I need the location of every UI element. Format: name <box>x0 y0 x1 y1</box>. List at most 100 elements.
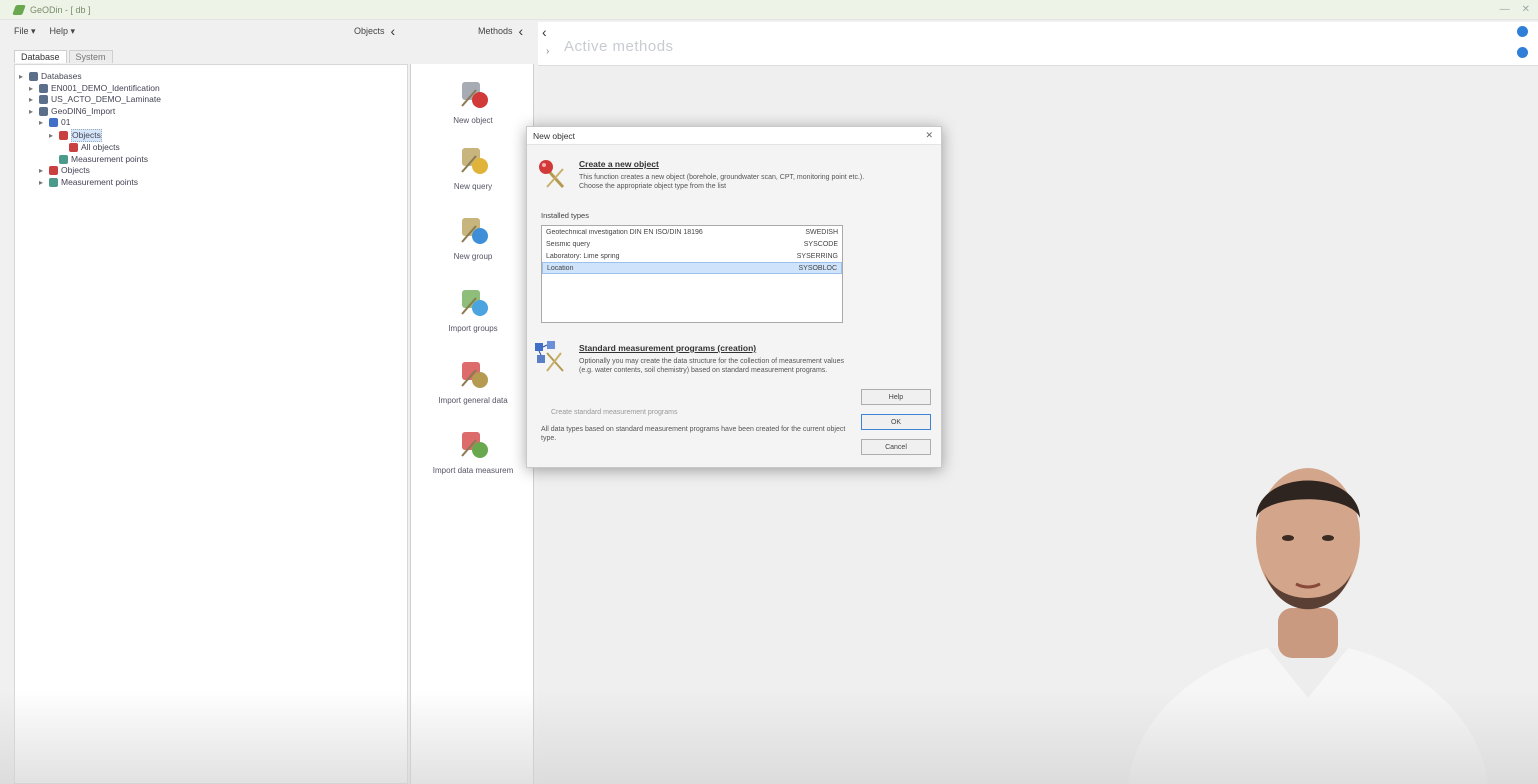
tree-item-label: Objects <box>71 128 102 142</box>
app-logo-icon <box>12 4 26 15</box>
collapse-objects-icon[interactable]: ‹ <box>391 24 396 38</box>
method-label: New group <box>453 252 493 261</box>
collapse-right-icon[interactable]: ‹ <box>542 24 547 40</box>
help-button[interactable]: Help <box>861 389 931 405</box>
method-label: New query <box>453 182 493 191</box>
method-label: New object <box>453 116 493 125</box>
help-icon[interactable] <box>1517 26 1528 37</box>
info-icon[interactable] <box>1517 47 1528 58</box>
type-name: Laboratory: Lime spring <box>546 252 620 260</box>
expand-toggle-icon[interactable]: ▸ <box>39 117 49 129</box>
methods-panel: New object New query New group Import group… <box>410 64 534 784</box>
type-name: Location <box>547 264 574 272</box>
objects-icon <box>49 166 58 176</box>
method-item[interactable]: New object <box>411 76 535 125</box>
methods-panel-label: Methods <box>478 26 513 36</box>
tree-item[interactable]: ▸ 01 <box>19 117 403 129</box>
tree-item-label: All objects <box>81 142 120 152</box>
tree-item-label: EN001_DEMO_Identification <box>51 82 160 93</box>
list-item[interactable]: Laboratory: Lime spring SYSERRING <box>542 250 842 262</box>
object-tree-panel: ▸ Databases ▸ EN001_DEMO_Identification ▸ US_… <box>14 64 408 784</box>
expand-toggle-icon[interactable]: ▸ <box>29 83 39 95</box>
method-icon <box>456 356 490 390</box>
dialog-info-text: All data types based on standard measure… <box>541 426 846 442</box>
measurement-programs-description: Optionally you may create the data struc… <box>579 358 844 374</box>
list-item[interactable]: Seismic query SYSCODE <box>542 238 842 250</box>
method-icon <box>456 76 490 110</box>
method-item[interactable]: Import data measurem <box>411 426 535 475</box>
type-code: SYSOBLOC <box>798 264 837 272</box>
tree-item[interactable]: Measurement points <box>19 154 403 166</box>
tab-system[interactable]: System <box>68 50 113 63</box>
method-item[interactable]: Import groups <box>411 284 535 333</box>
close-icon[interactable]: ✕ <box>925 130 933 141</box>
database-icon <box>39 95 48 105</box>
ok-button[interactable]: OK <box>861 414 931 430</box>
tree-item-label: US_ACTO_DEMO_Laminate <box>51 94 161 104</box>
menu-file[interactable]: File ▾ <box>14 26 36 37</box>
tree-item[interactable]: All objects <box>19 142 403 154</box>
expand-toggle-icon[interactable]: ▸ <box>29 94 39 106</box>
list-item[interactable]: Location SYSOBLOC <box>542 262 842 274</box>
expand-right-icon[interactable]: › <box>546 46 549 57</box>
measurement-programs-icon <box>535 341 564 372</box>
tree-item-label: Databases <box>41 71 82 81</box>
method-icon <box>456 426 490 460</box>
method-item[interactable]: Import general data <box>411 356 535 405</box>
tree-item[interactable]: ▸ Objects <box>19 128 403 142</box>
expand-toggle-icon[interactable]: ▸ <box>39 177 49 189</box>
tree-item[interactable]: ▸ EN001_DEMO_Identification <box>19 83 403 95</box>
methods-panel-header: Methods ‹ <box>478 22 523 40</box>
group-icon <box>49 118 58 128</box>
close-window-icon[interactable]: ✕ <box>1522 4 1530 15</box>
tree-item[interactable]: ▸ Databases <box>19 71 403 83</box>
type-code: SYSERRING <box>796 252 838 260</box>
tree-item-label: GeoDIN6_Import <box>51 105 116 116</box>
create-object-heading[interactable]: Create a new object <box>579 159 659 169</box>
method-label: Import data measurem <box>432 466 514 475</box>
video-bottom-fade <box>0 690 1538 784</box>
active-methods-header: ‹ › Active methods <box>538 22 1538 66</box>
cancel-button[interactable]: Cancel <box>861 439 931 455</box>
database-icon <box>39 106 48 116</box>
minimize-icon[interactable]: — <box>1500 4 1510 15</box>
window-controls: — ✕ <box>1500 4 1530 15</box>
list-item[interactable]: Geotechnical investigation DIN EN ISO/DI… <box>542 226 842 238</box>
tree-item-label: 01 <box>61 117 71 127</box>
type-name: Geotechnical investigation DIN EN ISO/DI… <box>546 228 703 236</box>
menu-help[interactable]: Help ▾ <box>50 26 76 37</box>
tree-item-label: Objects <box>61 165 90 175</box>
new-object-dialog: New object ✕ Create a new object This fu… <box>526 126 942 468</box>
method-item[interactable]: New query <box>411 142 535 191</box>
tree-item[interactable]: ▸ Objects <box>19 165 403 177</box>
objects-icon <box>69 143 78 153</box>
expand-toggle-icon[interactable]: ▸ <box>29 106 39 118</box>
menu-bar: File ▾ Help ▾ <box>0 22 540 40</box>
objects-icon <box>59 130 68 140</box>
type-name: Seismic query <box>546 240 590 248</box>
create-object-description: This function creates a new object (bore… <box>579 174 865 190</box>
active-methods-title: Active methods <box>564 38 674 55</box>
tree-item[interactable]: ▸ GeoDIN6_Import <box>19 106 403 118</box>
method-icon <box>456 142 490 176</box>
database-icon <box>39 83 48 93</box>
method-icon <box>456 212 490 246</box>
method-icon <box>456 284 490 318</box>
objects-panel-header: Objects ‹ <box>354 22 395 40</box>
tab-database[interactable]: Database <box>14 50 67 63</box>
tree-item[interactable]: ▸ Measurement points <box>19 177 403 189</box>
tree-item-label: Measurement points <box>61 176 139 187</box>
expand-toggle-icon[interactable]: ▸ <box>49 130 59 142</box>
collapse-methods-icon[interactable]: ‹ <box>519 24 524 38</box>
dialog-titlebar: New object ✕ <box>527 127 941 145</box>
measurement-icon <box>59 154 68 164</box>
object-types-list[interactable]: Geotechnical investigation DIN EN ISO/DI… <box>541 225 843 323</box>
expand-toggle-icon[interactable]: ▸ <box>39 165 49 177</box>
create-programs-checkbox[interactable]: Create standard measurement programs <box>551 409 677 416</box>
expand-toggle-icon[interactable]: ▸ <box>19 71 29 83</box>
measurement-programs-heading[interactable]: Standard measurement programs (creation) <box>579 343 756 353</box>
method-item[interactable]: New group <box>411 212 535 261</box>
window-title: GeODin - [ db ] <box>30 4 91 15</box>
window-titlebar: GeODin - [ db ] — ✕ <box>0 0 1538 20</box>
tree-item[interactable]: ▸ US_ACTO_DEMO_Laminate <box>19 94 403 106</box>
